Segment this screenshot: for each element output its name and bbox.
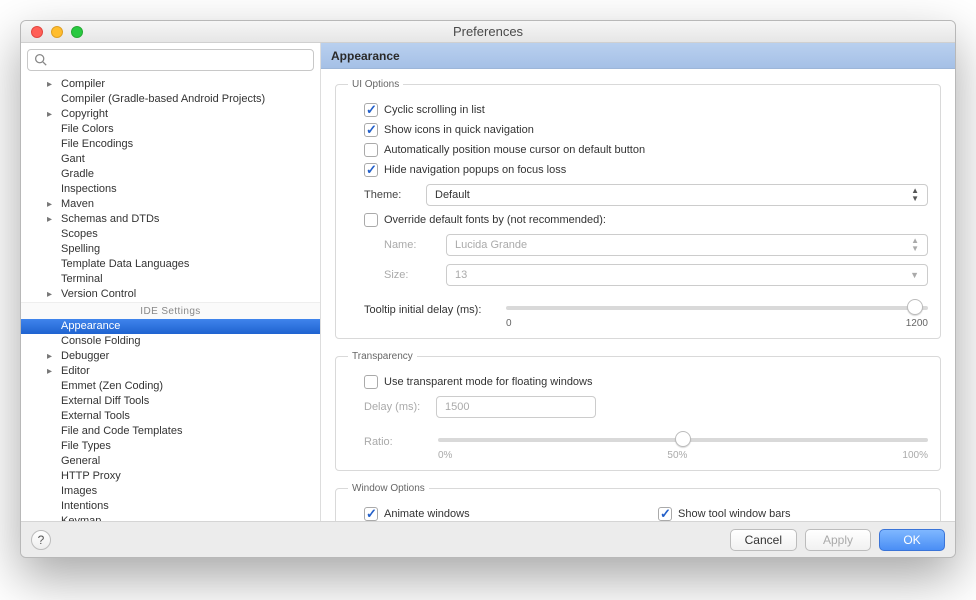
hide-popups-checkbox[interactable]	[364, 163, 378, 177]
tree-item-console-folding[interactable]: Console Folding	[21, 334, 320, 349]
tree-item-file-encodings[interactable]: File Encodings	[21, 137, 320, 152]
transparent-mode-row[interactable]: Use transparent mode for floating window…	[348, 372, 928, 392]
search-icon	[34, 53, 47, 66]
transparency-group: Transparency Use transparent mode for fl…	[335, 351, 941, 471]
font-size-value: 13	[455, 269, 467, 281]
apply-button[interactable]: Apply	[805, 529, 871, 551]
font-name-value: Lucida Grande	[455, 239, 527, 251]
transparent-mode-label: Use transparent mode for floating window…	[384, 376, 593, 388]
transparency-delay-field	[436, 396, 596, 418]
transparency-legend: Transparency	[348, 351, 417, 362]
tree-item-version-control[interactable]: Version Control	[21, 287, 320, 302]
tree-item-intentions[interactable]: Intentions	[21, 499, 320, 514]
cyclic-scrolling-label: Cyclic scrolling in list	[384, 104, 485, 116]
tool-window-bars-checkbox[interactable]	[658, 507, 672, 521]
updown-icon: ▲▼	[911, 237, 919, 253]
tooltip-min: 0	[506, 318, 512, 329]
ide-settings-separator: IDE Settings	[21, 302, 320, 319]
ratio-50: 50%	[667, 450, 687, 461]
tree-item-emmet-zen-coding[interactable]: Emmet (Zen Coding)	[21, 379, 320, 394]
help-button[interactable]: ?	[31, 530, 51, 550]
page-title: Appearance	[321, 43, 955, 69]
tree-item-compiler[interactable]: Compiler	[21, 77, 320, 92]
tree-item-file-types[interactable]: File Types	[21, 439, 320, 454]
ok-button[interactable]: OK	[879, 529, 945, 551]
auto-position-label: Automatically position mouse cursor on d…	[384, 144, 645, 156]
tree-item-maven[interactable]: Maven	[21, 197, 320, 212]
cyclic-scrolling-checkbox[interactable]	[364, 103, 378, 117]
tree-item-images[interactable]: Images	[21, 484, 320, 499]
show-icons-checkbox[interactable]	[364, 123, 378, 137]
main-panel: Appearance UI Options Cyclic scrolling i…	[321, 43, 955, 521]
tooltip-max: 1200	[906, 318, 928, 329]
tree-item-external-diff-tools[interactable]: External Diff Tools	[21, 394, 320, 409]
auto-position-row[interactable]: Automatically position mouse cursor on d…	[348, 140, 928, 160]
tree-item-terminal[interactable]: Terminal	[21, 272, 320, 287]
tree-item-inspections[interactable]: Inspections	[21, 182, 320, 197]
tool-window-bars-row[interactable]: Show tool window bars	[658, 504, 928, 521]
override-fonts-label: Override default fonts by (not recommend…	[384, 214, 606, 226]
tree-item-scopes[interactable]: Scopes	[21, 227, 320, 242]
tree-item-editor[interactable]: Editor	[21, 364, 320, 379]
search-input[interactable]	[27, 49, 314, 71]
tool-window-bars-label: Show tool window bars	[678, 508, 791, 520]
tree-item-gant[interactable]: Gant	[21, 152, 320, 167]
cancel-button[interactable]: Cancel	[730, 529, 797, 551]
tooltip-delay-label: Tooltip initial delay (ms):	[364, 304, 494, 316]
tree-item-compiler-gradle-based-android-projects[interactable]: Compiler (Gradle-based Android Projects)	[21, 92, 320, 107]
theme-value: Default	[435, 189, 470, 201]
override-fonts-checkbox[interactable]	[364, 213, 378, 227]
dropdown-icon: ▼	[910, 270, 919, 280]
animate-windows-checkbox[interactable]	[364, 507, 378, 521]
font-name-label: Name:	[384, 239, 436, 251]
updown-icon: ▲▼	[911, 187, 919, 203]
preferences-window: Preferences CompilerCompiler (Gradle-bas…	[20, 20, 956, 558]
tree-item-http-proxy[interactable]: HTTP Proxy	[21, 469, 320, 484]
tree-item-general[interactable]: General	[21, 454, 320, 469]
font-name-select: Lucida Grande ▲▼	[446, 234, 928, 256]
tree-item-debugger[interactable]: Debugger	[21, 349, 320, 364]
transparent-mode-checkbox[interactable]	[364, 375, 378, 389]
tree-item-copyright[interactable]: Copyright	[21, 107, 320, 122]
cyclic-scrolling-row[interactable]: Cyclic scrolling in list	[348, 100, 928, 120]
show-icons-row[interactable]: Show icons in quick navigation	[348, 120, 928, 140]
tree-item-external-tools[interactable]: External Tools	[21, 409, 320, 424]
animate-windows-label: Animate windows	[384, 508, 470, 520]
theme-select[interactable]: Default ▲▼	[426, 184, 928, 206]
tree-item-keymap[interactable]: Keymap	[21, 514, 320, 521]
ui-options-legend: UI Options	[348, 79, 403, 90]
tree-item-appearance[interactable]: Appearance	[21, 319, 320, 334]
tree-item-spelling[interactable]: Spelling	[21, 242, 320, 257]
window-options-legend: Window Options	[348, 483, 429, 494]
settings-tree[interactable]: CompilerCompiler (Gradle-based Android P…	[21, 77, 320, 521]
animate-windows-row[interactable]: Animate windows	[348, 504, 618, 521]
show-icons-label: Show icons in quick navigation	[384, 124, 534, 136]
window-title: Preferences	[21, 24, 955, 39]
ratio-slider: 0% 50% 100%	[438, 428, 928, 456]
tree-item-file-colors[interactable]: File Colors	[21, 122, 320, 137]
titlebar: Preferences	[21, 21, 955, 43]
tree-item-template-data-languages[interactable]: Template Data Languages	[21, 257, 320, 272]
ratio-100: 100%	[902, 450, 928, 461]
ratio-0: 0%	[438, 450, 452, 461]
auto-position-checkbox[interactable]	[364, 143, 378, 157]
font-size-field: 13 ▼	[446, 264, 928, 286]
tooltip-delay-slider[interactable]: 0 1200	[506, 296, 928, 324]
hide-popups-label: Hide navigation popups on focus loss	[384, 164, 566, 176]
window-options-group: Window Options Animate windows Show memo…	[335, 483, 941, 521]
tree-item-gradle[interactable]: Gradle	[21, 167, 320, 182]
hide-popups-row[interactable]: Hide navigation popups on focus loss	[348, 160, 928, 180]
tree-item-schemas-and-dtds[interactable]: Schemas and DTDs	[21, 212, 320, 227]
font-size-label: Size:	[384, 269, 436, 281]
ui-options-group: UI Options Cyclic scrolling in list Show…	[335, 79, 941, 339]
transparency-delay-label: Delay (ms):	[364, 401, 426, 413]
override-fonts-row[interactable]: Override default fonts by (not recommend…	[348, 210, 928, 230]
theme-label: Theme:	[364, 189, 416, 201]
sidebar: CompilerCompiler (Gradle-based Android P…	[21, 43, 321, 521]
tree-item-file-and-code-templates[interactable]: File and Code Templates	[21, 424, 320, 439]
footer: ? Cancel Apply OK	[21, 521, 955, 557]
ratio-label: Ratio:	[364, 436, 426, 448]
